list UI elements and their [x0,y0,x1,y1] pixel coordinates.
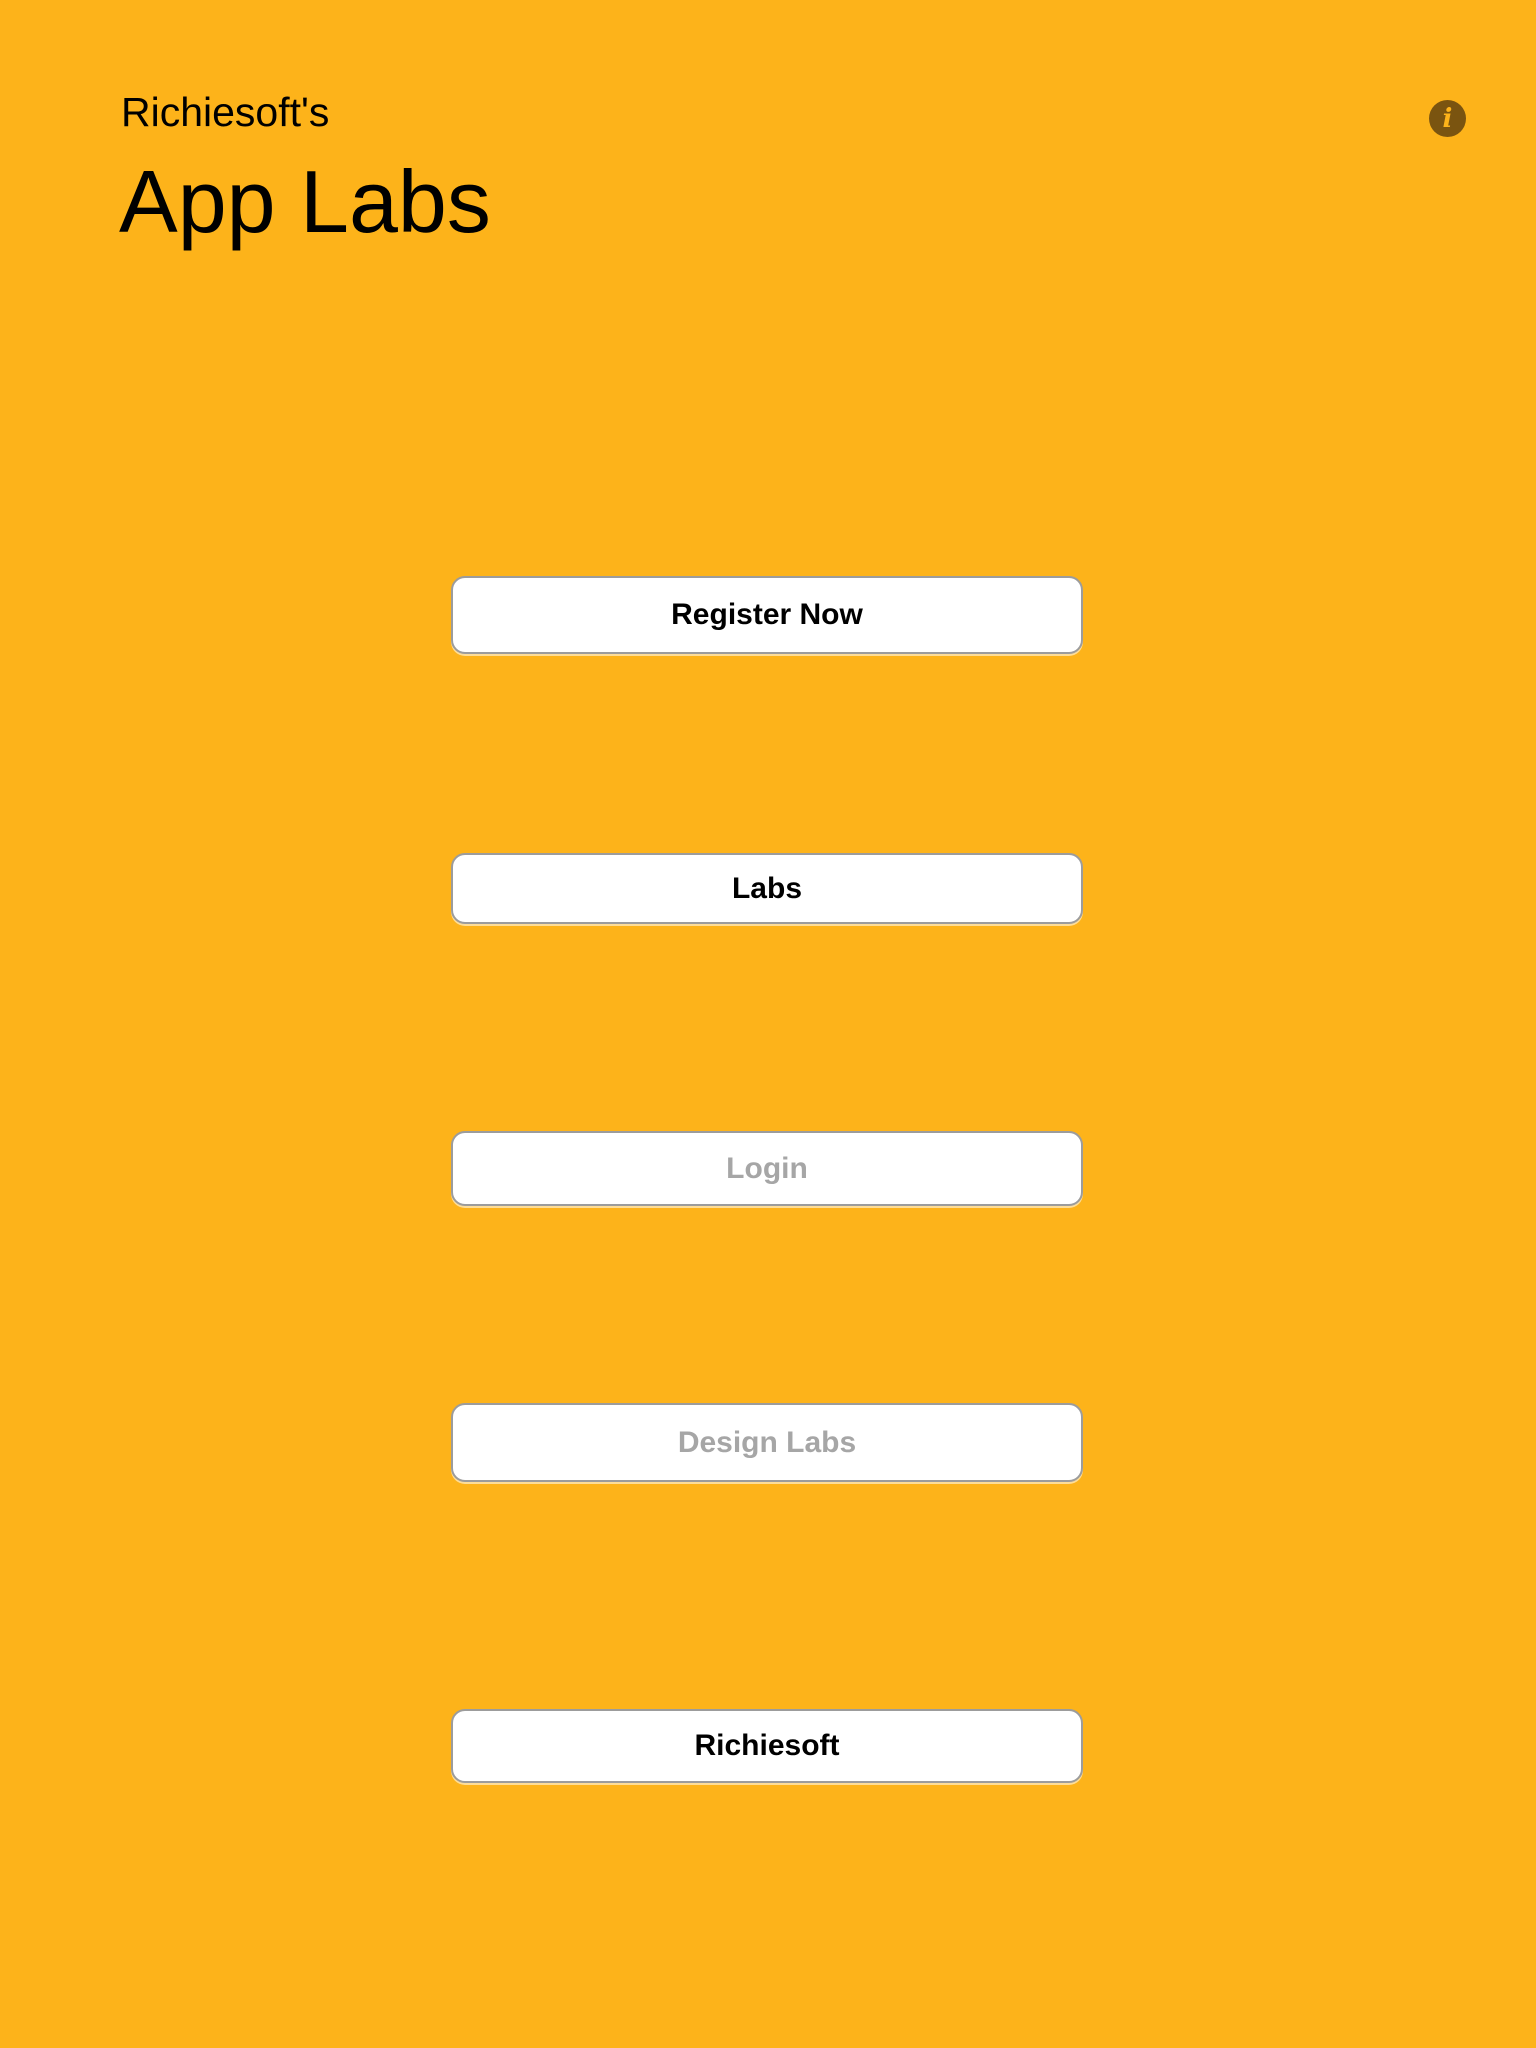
login-button[interactable]: Login [451,1131,1083,1206]
app-title: App Labs [119,152,491,251]
app-subtitle: Richiesoft's [121,89,330,135]
richiesoft-button[interactable]: Richiesoft [451,1709,1083,1783]
labs-button[interactable]: Labs [451,853,1083,924]
design-labs-button[interactable]: Design Labs [451,1403,1083,1482]
info-icon[interactable]: i [1429,100,1466,137]
register-now-button[interactable]: Register Now [451,576,1083,654]
info-icon-glyph: i [1442,103,1453,134]
